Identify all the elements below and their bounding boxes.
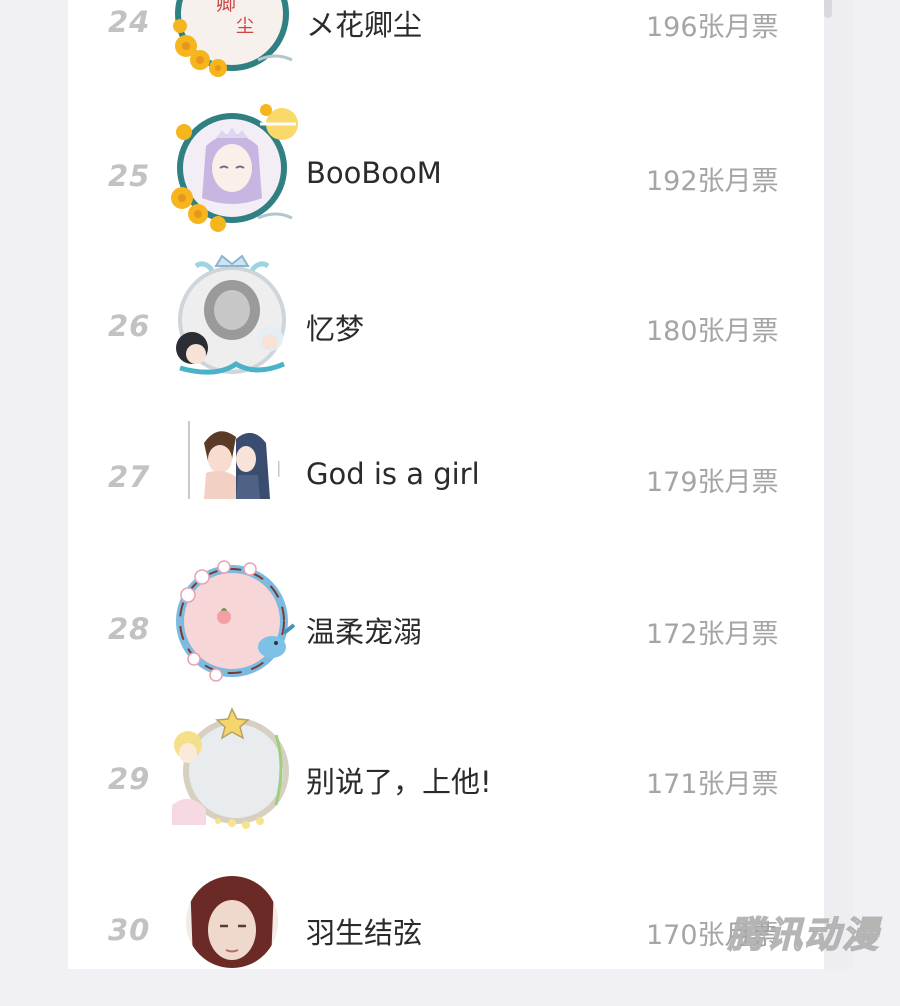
list-item[interactable]: 28 温柔宠溺 172张月票 xyxy=(0,555,900,705)
rank-number: 30 xyxy=(108,913,151,947)
watermark-logo: 腾讯动漫 xyxy=(727,914,881,957)
rank-number: 27 xyxy=(108,460,151,494)
rank-number: 28 xyxy=(108,612,151,646)
avatar-flower-frame-girl-icon[interactable] xyxy=(166,102,298,234)
rank-number: 26 xyxy=(108,309,151,343)
ticket-count: 179张月票 xyxy=(646,467,779,498)
ticket-count: 196张月票 xyxy=(646,12,779,43)
user-name: 别说了，上他! xyxy=(306,765,492,799)
user-name: God is a girl xyxy=(306,457,480,491)
list-item[interactable]: 29 别说了，上他! 171张月票 xyxy=(0,705,900,855)
user-name: 羽生结弦 xyxy=(306,916,423,950)
rank-number: 29 xyxy=(108,762,151,796)
avatar-couple-icon[interactable] xyxy=(166,403,298,535)
avatar-crown-frame-icon[interactable] xyxy=(166,252,298,384)
list-item[interactable]: 25 BooBooM 192张月票 xyxy=(0,102,900,252)
avatar-cherry-blossom-frame-icon[interactable] xyxy=(166,555,298,687)
avatar-flower-frame-icon[interactable]: 卿 尘 xyxy=(166,0,298,80)
ticket-count: 171张月票 xyxy=(646,769,779,800)
user-name: 温柔宠溺 xyxy=(306,615,423,649)
avatar-portrait-icon[interactable] xyxy=(166,856,298,988)
user-name: BooBooM xyxy=(306,156,442,190)
user-name: 忆梦 xyxy=(306,312,365,346)
rank-number: 25 xyxy=(108,159,151,193)
list-item[interactable]: 27 God is a girl 179张月票 xyxy=(0,403,900,553)
ticket-count: 172张月票 xyxy=(646,619,779,650)
ticket-count: 192张月票 xyxy=(646,166,779,197)
ticket-count: 180张月票 xyxy=(646,316,779,347)
svg-text:尘: 尘 xyxy=(236,16,254,37)
avatar-star-frame-icon[interactable] xyxy=(166,705,298,837)
rank-number: 24 xyxy=(108,5,151,39)
user-name: メ花卿尘 xyxy=(306,8,423,42)
list-item[interactable]: 26 忆梦 180张月票 xyxy=(0,252,900,402)
list-item[interactable]: 24 卿 尘 メ花卿尘 196张月票 xyxy=(0,0,900,98)
svg-text:卿: 卿 xyxy=(216,0,236,15)
